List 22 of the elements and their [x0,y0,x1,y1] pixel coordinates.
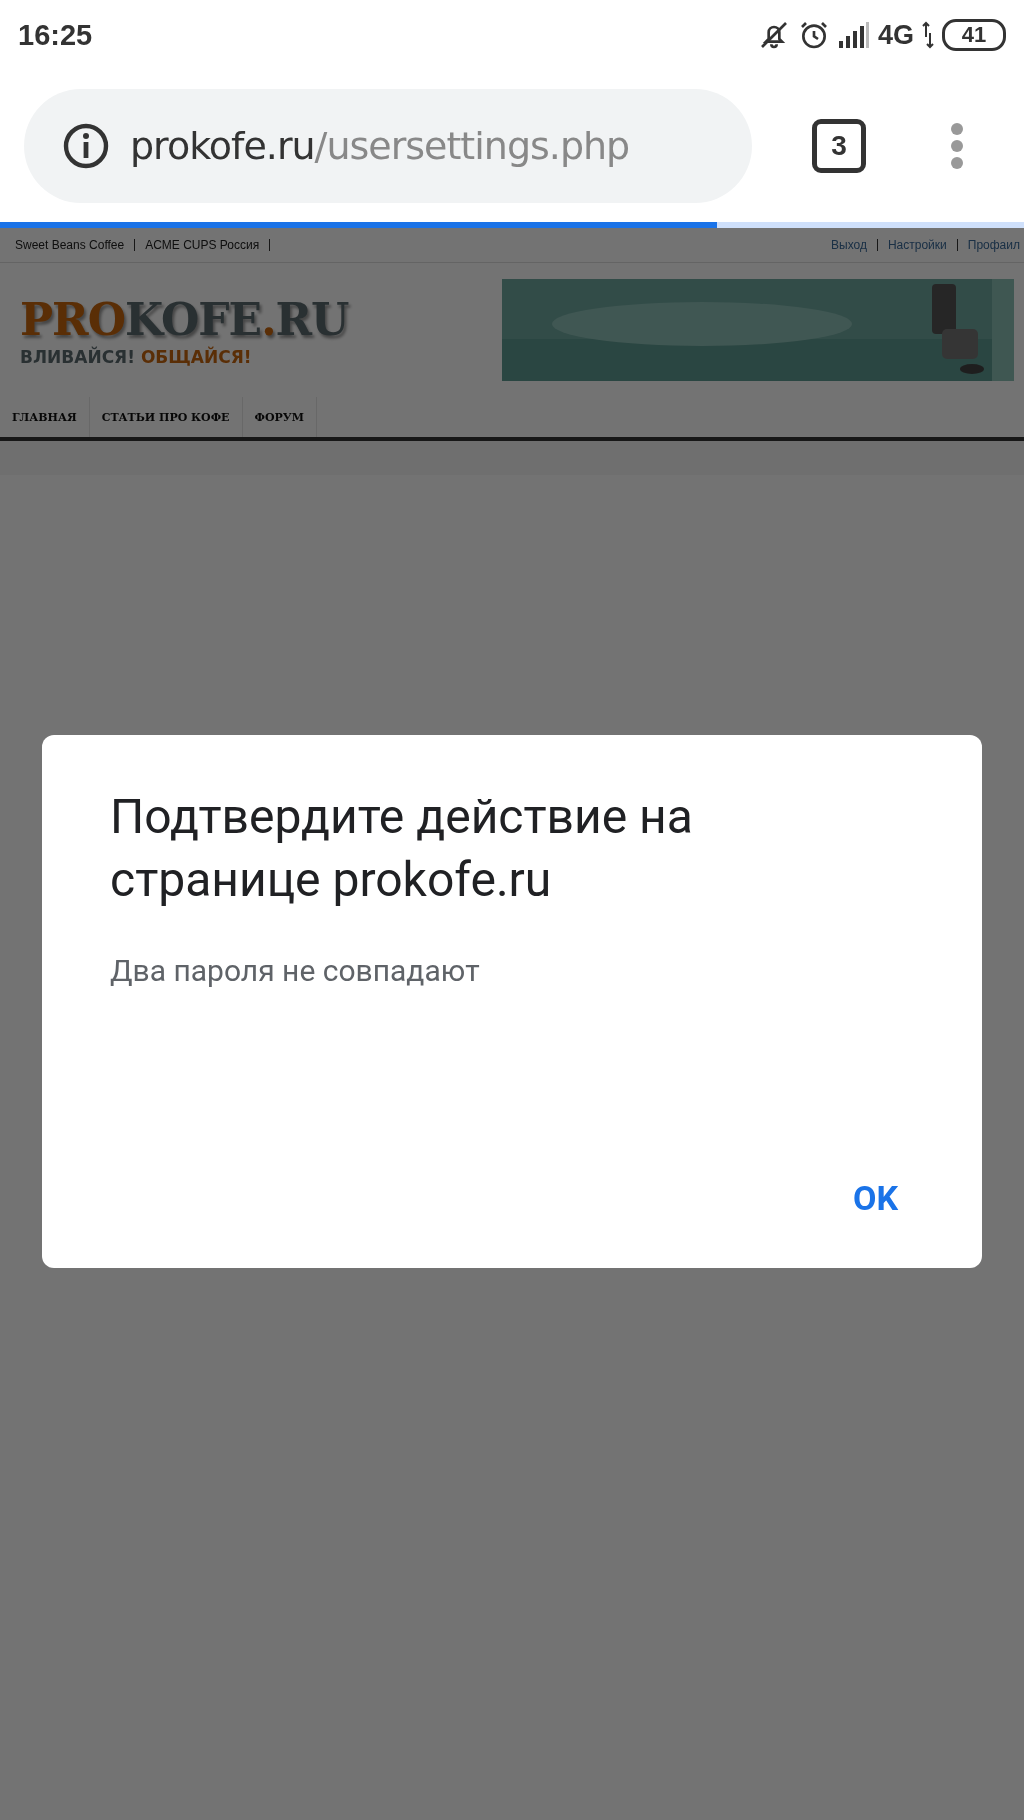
network-type: 4G [877,19,914,51]
signal-icon [837,21,870,49]
menu-icon[interactable] [950,122,964,170]
top-link[interactable]: ACME CUPS Россия [145,239,271,251]
dialog-message: Два пароля не совпадают [110,953,481,988]
nav-tab[interactable]: СТАТЬИ ПРО КОФЕ [89,397,243,437]
ok-button[interactable]: OK [836,1172,914,1224]
top-link[interactable]: Sweet Beans Coffee [15,239,136,251]
clock-time: 16:25 [18,18,93,52]
tab-count-button[interactable]: 3 [812,119,866,173]
nav-tab[interactable]: ГЛАВНАЯ [0,397,90,437]
account-link[interactable]: Выход [831,239,878,251]
site-tagline: ВЛИВАЙСЯ! ОБЩАЙСЯ! [20,346,253,367]
data-arrows-icon [922,21,934,49]
site-logo[interactable]: PROKOFE.RU [20,293,349,345]
dialog-title: Подтвердите действие на странице prokofe.ru [110,787,694,910]
battery-icon: 41 [942,19,1006,51]
info-icon [62,122,110,170]
account-link[interactable]: Профаил [967,238,1020,252]
nav-tab[interactable]: ФОРУМ [242,397,317,437]
account-link[interactable]: Настройки [887,239,958,251]
address-bar[interactable]: prokofe.ru/usersettings.php [24,89,752,203]
